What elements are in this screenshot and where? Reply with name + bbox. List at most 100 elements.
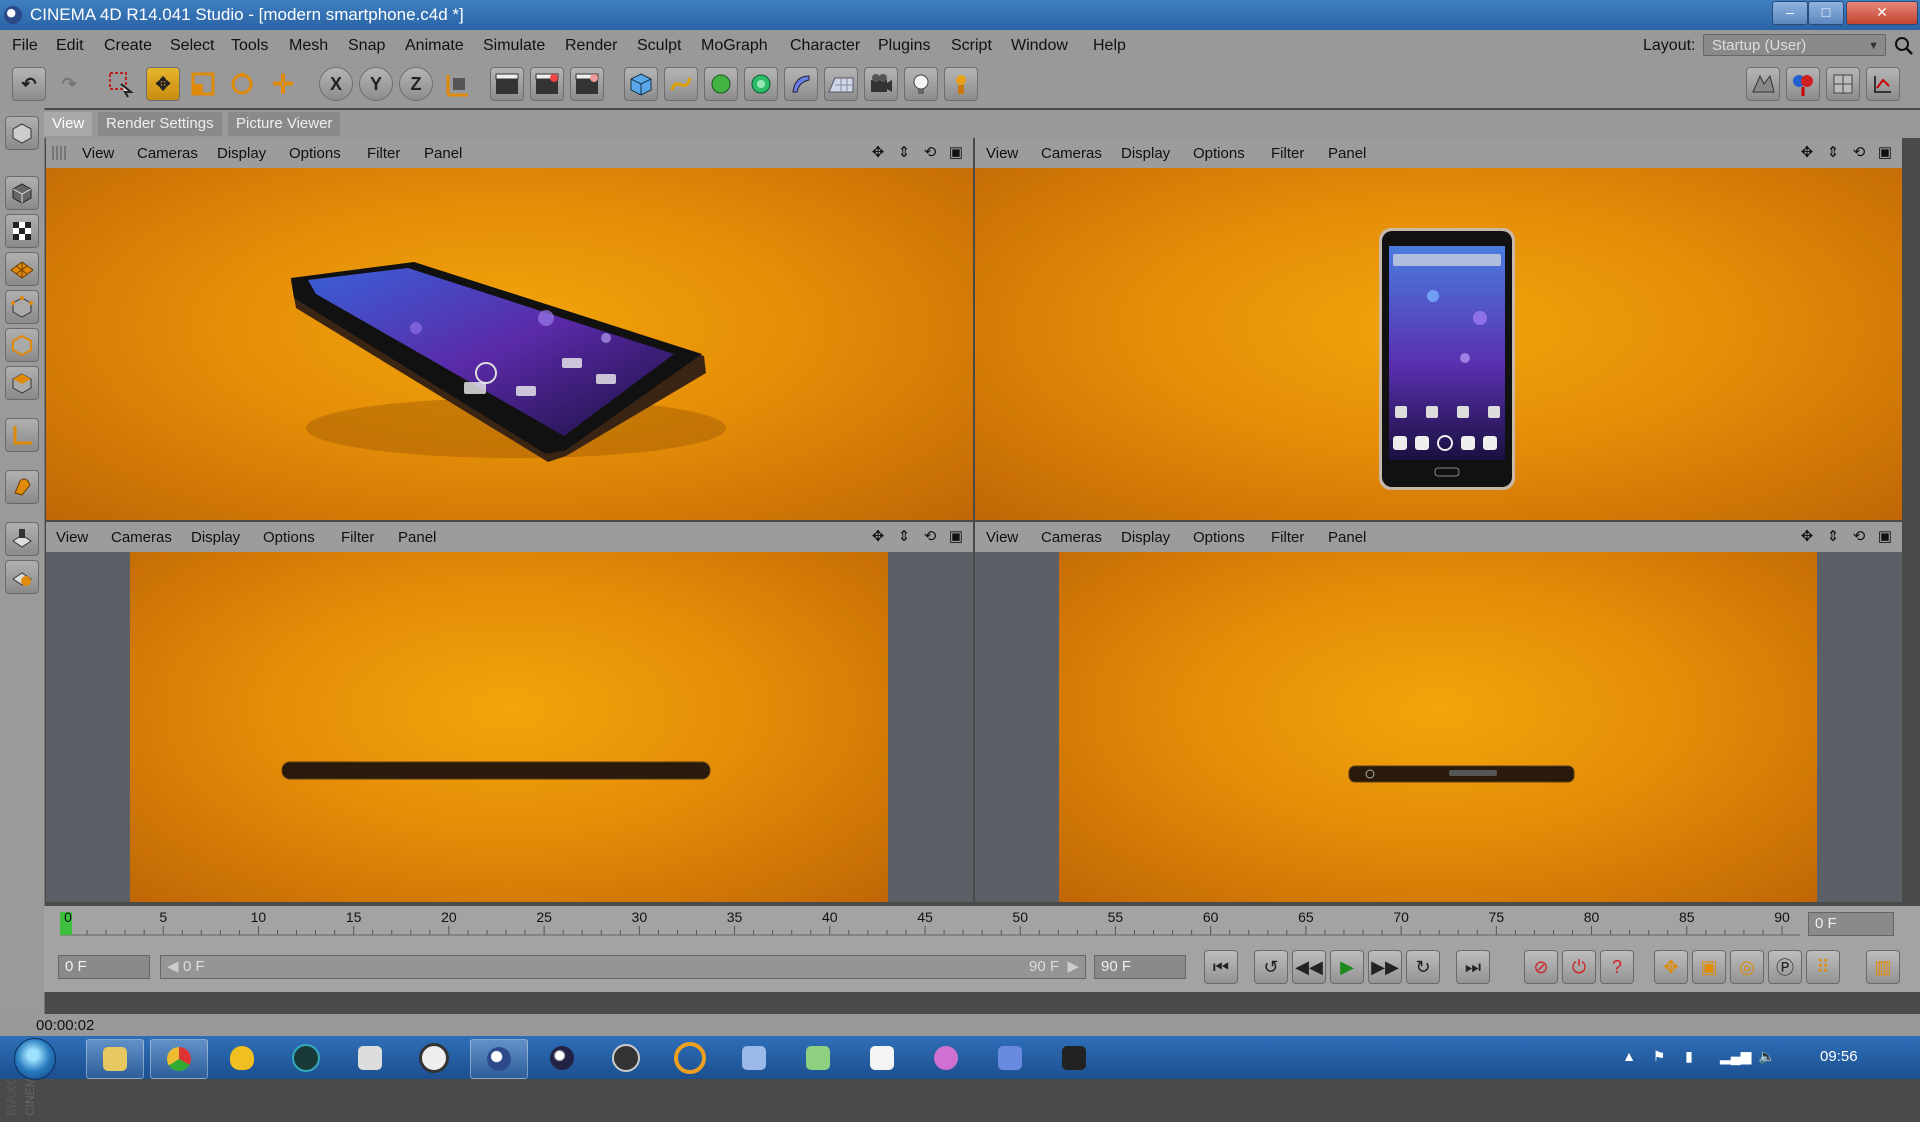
menu-animate[interactable]: Animate [405, 37, 464, 55]
rotate-view-icon[interactable]: ⟲ [1850, 527, 1868, 545]
viewport-menu-panel[interactable]: Panel [398, 529, 436, 546]
menu-mograph[interactable]: MoGraph [701, 37, 768, 55]
viewport-perspective[interactable]: View Cameras Display Options Filter Pane… [46, 138, 973, 520]
model-mode-icon[interactable] [5, 176, 39, 210]
render-view-icon[interactable] [490, 67, 524, 101]
current-frame-input[interactable]: 0 F [58, 955, 150, 979]
edges-mode-icon[interactable] [5, 328, 39, 362]
texture-mode-icon[interactable] [5, 214, 39, 248]
viewport-menu-view[interactable]: View [986, 529, 1018, 546]
record-rotation-icon[interactable]: ◎ [1730, 950, 1764, 984]
menu-simulate[interactable]: Simulate [483, 37, 545, 55]
viewport-menu-display[interactable]: Display [217, 145, 266, 162]
current-frame-field[interactable]: 0 F [1808, 912, 1894, 936]
floor-icon[interactable] [824, 67, 858, 101]
rotate-view-icon[interactable]: ⟲ [1850, 143, 1868, 161]
viewport-menu-cameras[interactable]: Cameras [111, 529, 172, 546]
viewport-menu-panel[interactable]: Panel [1328, 529, 1366, 546]
tab-view[interactable]: View [44, 112, 93, 136]
camera-icon[interactable] [864, 67, 898, 101]
zoom-view-icon[interactable]: ⇕ [1824, 527, 1842, 545]
pan-view-icon[interactable]: ✥ [1798, 527, 1816, 545]
menu-mesh[interactable]: Mesh [289, 37, 328, 55]
viewport-menu-view[interactable]: View [56, 529, 88, 546]
taskbar-app-files-icon[interactable] [790, 1039, 846, 1077]
search-icon[interactable] [1894, 36, 1914, 56]
viewport-menu-display[interactable]: Display [191, 529, 240, 546]
array-icon[interactable] [744, 67, 778, 101]
render-settings-icon[interactable] [570, 67, 604, 101]
y-axis-lock-icon[interactable]: Y [359, 67, 393, 101]
move-icon[interactable]: ✥ [146, 67, 180, 101]
rotate-view-icon[interactable]: ⟲ [921, 527, 939, 545]
zoom-view-icon[interactable]: ⇕ [895, 527, 913, 545]
redo-icon[interactable]: ↷ [52, 67, 86, 101]
record-point-level-icon[interactable]: ⠿ [1806, 950, 1840, 984]
undo-icon[interactable]: ↶ [12, 67, 46, 101]
menu-file[interactable]: File [12, 37, 38, 55]
frame-ruler[interactable]: 0 5 10 15 20 25 30 35 40 45 50 55 60 65 70 75 80 85 90 [60, 906, 1800, 942]
tweak-mode-icon[interactable] [5, 470, 39, 504]
taskbar-app-blue-sphere-icon[interactable] [534, 1039, 590, 1077]
action-center-flag-icon[interactable]: ⚑ [1650, 1048, 1668, 1066]
viewport-canvas[interactable] [130, 552, 888, 902]
menu-render[interactable]: Render [565, 37, 617, 55]
animation-layout-icon[interactable] [1866, 67, 1900, 101]
viewport-menu-cameras[interactable]: Cameras [137, 145, 198, 162]
preview-range-slider[interactable]: ◀ 0 F 90 F ▶ [160, 955, 1086, 979]
power-icon[interactable]: ▮ [1680, 1048, 1698, 1066]
record-active-objects-icon[interactable]: ⊘ [1524, 950, 1558, 984]
viewport-menu-view[interactable]: View [986, 145, 1018, 162]
uv-edit-icon[interactable] [1826, 67, 1860, 101]
taskbar-app-circle-icon[interactable] [406, 1039, 462, 1077]
coordinate-system-icon[interactable] [440, 67, 474, 101]
deformer-icon[interactable] [784, 67, 818, 101]
viewport-menu-filter[interactable]: Filter [367, 145, 400, 162]
record-parameter-icon[interactable]: Ⓟ [1768, 950, 1802, 984]
maximize-button[interactable]: □ [1808, 1, 1844, 25]
polygons-mode-icon[interactable] [5, 366, 39, 400]
enable-snap-icon[interactable] [5, 522, 39, 556]
viewport-top[interactable]: View Cameras Display Options Filter Pane… [46, 522, 973, 902]
viewport-menu-cameras[interactable]: Cameras [1041, 145, 1102, 162]
taskbar-cinema4d-icon[interactable] [470, 1039, 528, 1079]
menu-tools[interactable]: Tools [231, 37, 268, 55]
menu-sculpt[interactable]: Sculpt [637, 37, 681, 55]
system-clock[interactable]: 09:56 [1820, 1048, 1858, 1065]
taskbar-app-plane-icon[interactable] [726, 1039, 782, 1077]
timeline-ruler[interactable]: 0 5 10 15 20 25 30 35 40 45 50 55 60 65 70 75 80 85 90 0 F [44, 906, 1920, 942]
menu-window[interactable]: Window [1011, 37, 1068, 55]
viewport-menu-filter[interactable]: Filter [1271, 529, 1304, 546]
go-to-next-key-icon[interactable]: ↻ [1406, 950, 1440, 984]
nurbs-icon[interactable] [704, 67, 738, 101]
maximize-view-icon[interactable]: ▣ [947, 143, 965, 161]
viewport-menu-options[interactable]: Options [1193, 529, 1245, 546]
panel-grip-icon[interactable] [52, 146, 66, 160]
viewport-menu-filter[interactable]: Filter [341, 529, 374, 546]
viewport-menu-display[interactable]: Display [1121, 529, 1170, 546]
taskbar-file-explorer-icon[interactable] [86, 1039, 144, 1079]
viewport-right[interactable]: View Cameras Display Options Filter Pane… [975, 522, 1902, 902]
pan-view-icon[interactable]: ✥ [869, 527, 887, 545]
render-picture-viewer-icon[interactable] [530, 67, 564, 101]
record-scale-icon[interactable]: ▣ [1692, 950, 1726, 984]
maximize-view-icon[interactable]: ▣ [1876, 527, 1894, 545]
pan-view-icon[interactable]: ✥ [1798, 143, 1816, 161]
viewport-menu-panel[interactable]: Panel [1328, 145, 1366, 162]
menu-select[interactable]: Select [170, 37, 214, 55]
viewport-menu-view[interactable]: View [82, 145, 114, 162]
add-icon[interactable]: ✛ [266, 67, 300, 101]
points-mode-icon[interactable] [5, 290, 39, 324]
viewport-front[interactable]: View Cameras Display Options Filter Pane… [975, 138, 1902, 520]
bodypaint-icon[interactable] [1786, 67, 1820, 101]
timeline-window-icon[interactable]: ▥ [1866, 950, 1900, 984]
menu-plugins[interactable]: Plugins [878, 37, 930, 55]
end-frame-input[interactable]: 90 F [1094, 955, 1186, 979]
viewport-menu-cameras[interactable]: Cameras [1041, 529, 1102, 546]
taskbar-app-orange-ring-icon[interactable] [662, 1039, 718, 1077]
viewport-menu-options[interactable]: Options [289, 145, 341, 162]
viewport-menu-options[interactable]: Options [1193, 145, 1245, 162]
menu-edit[interactable]: Edit [56, 37, 84, 55]
show-hidden-icons-icon[interactable]: ▲ [1620, 1048, 1638, 1066]
close-button[interactable]: ✕ [1846, 1, 1918, 25]
